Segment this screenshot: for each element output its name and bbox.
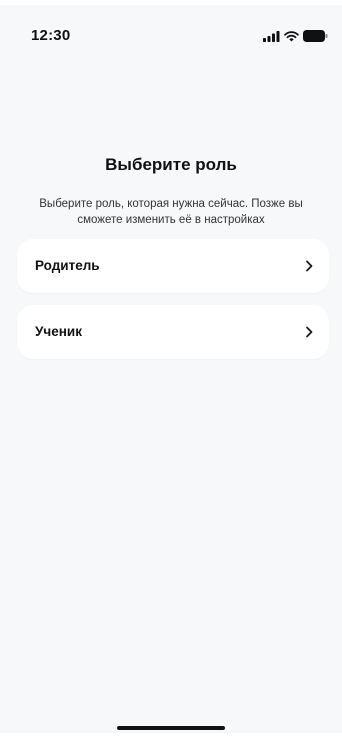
page-title: Выберите роль (105, 155, 237, 174)
chevron-right-icon (304, 325, 314, 339)
subtitle-line-2: сможете изменить её в настройках (77, 214, 265, 226)
role-option-student[interactable]: Ученик (17, 305, 329, 359)
status-icons (263, 29, 328, 43)
status-bar: 12:30 (0, 5, 342, 51)
role-label-parent: Родитель (35, 258, 100, 273)
cellular-signal-icon (263, 30, 280, 42)
home-indicator[interactable] (117, 726, 225, 730)
role-selection-screen: 12:30 Выберите роль Выберите роль, котор… (0, 5, 342, 733)
role-option-parent[interactable]: Родитель (17, 239, 329, 293)
status-time: 12:30 (31, 27, 71, 44)
battery-icon (303, 30, 328, 42)
wifi-icon (284, 30, 299, 42)
role-label-student: Ученик (35, 324, 82, 339)
chevron-right-icon (304, 259, 314, 273)
subtitle-line-1: Выберите роль, которая нужна сейчас. Поз… (39, 198, 303, 210)
page-subtitle: Выберите роль, которая нужна сейчас. Поз… (0, 196, 342, 228)
